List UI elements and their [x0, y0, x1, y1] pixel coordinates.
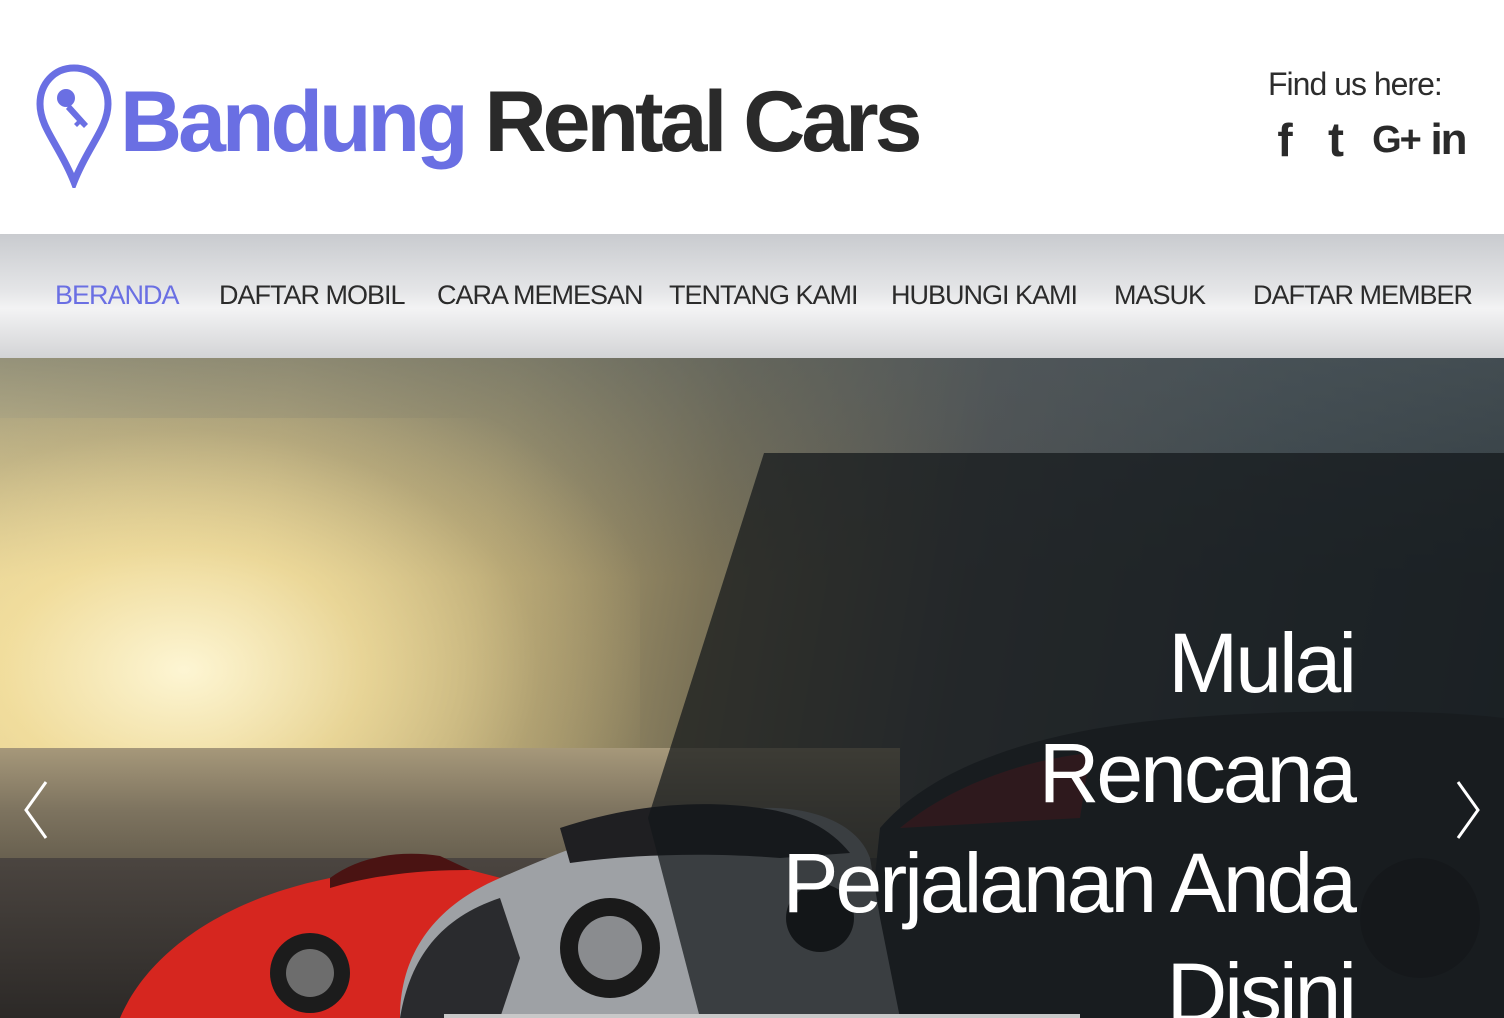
social-label: Find us here:	[1268, 66, 1443, 102]
site-header: Bandung Rental Cars Find us here: f t G+…	[0, 0, 1504, 234]
brand-word-2: Rental Cars	[484, 74, 923, 170]
site-logo[interactable]: Bandung Rental Cars	[36, 60, 922, 190]
chevron-right-icon[interactable]	[1452, 778, 1482, 842]
nav-item-masuk[interactable]: MASUK	[1114, 280, 1206, 311]
social-icons: f t G+ in	[1268, 114, 1468, 167]
caption-line-3: Perjalanan Anda	[782, 836, 1357, 930]
nav-item-cara-memesan[interactable]: CARA MEMESAN	[437, 280, 644, 311]
caption-line-1: Mulai	[1168, 616, 1357, 710]
brand-word-1: Bandung	[120, 74, 469, 170]
chevron-left-icon[interactable]	[22, 778, 52, 842]
slider-divider	[444, 1014, 1080, 1018]
caption-line-2: Rencana	[1038, 726, 1357, 820]
main-nav: BERANDA DAFTAR MOBIL CARA MEMESAN TENTAN…	[0, 234, 1504, 358]
hero-caption: Mulai Rencana Perjalanan Anda Disini	[782, 608, 1357, 1018]
nav-item-tentang-kami[interactable]: TENTANG KAMI	[669, 280, 859, 311]
nav-item-hubungi-kami[interactable]: HUBUNGI KAMI	[891, 280, 1078, 311]
caption-line-4: Disini	[1166, 946, 1357, 1018]
social-links: Find us here: f t G+ in	[1268, 66, 1468, 167]
nav-item-daftar-member[interactable]: DAFTAR MEMBER	[1253, 280, 1473, 311]
nav-item-beranda[interactable]: BERANDA	[55, 280, 180, 311]
nav-item-daftar-mobil[interactable]: DAFTAR MOBIL	[219, 280, 406, 311]
facebook-icon[interactable]: f	[1272, 114, 1298, 166]
map-pin-key-icon	[36, 64, 112, 188]
hero-slider: Mulai Rencana Perjalanan Anda Disini	[0, 358, 1504, 1018]
google-plus-icon[interactable]: G+	[1372, 117, 1422, 163]
twitter-icon[interactable]: t	[1320, 114, 1352, 167]
brand-name: Bandung Rental Cars	[120, 79, 922, 165]
linkedin-icon[interactable]: in	[1430, 115, 1467, 164]
